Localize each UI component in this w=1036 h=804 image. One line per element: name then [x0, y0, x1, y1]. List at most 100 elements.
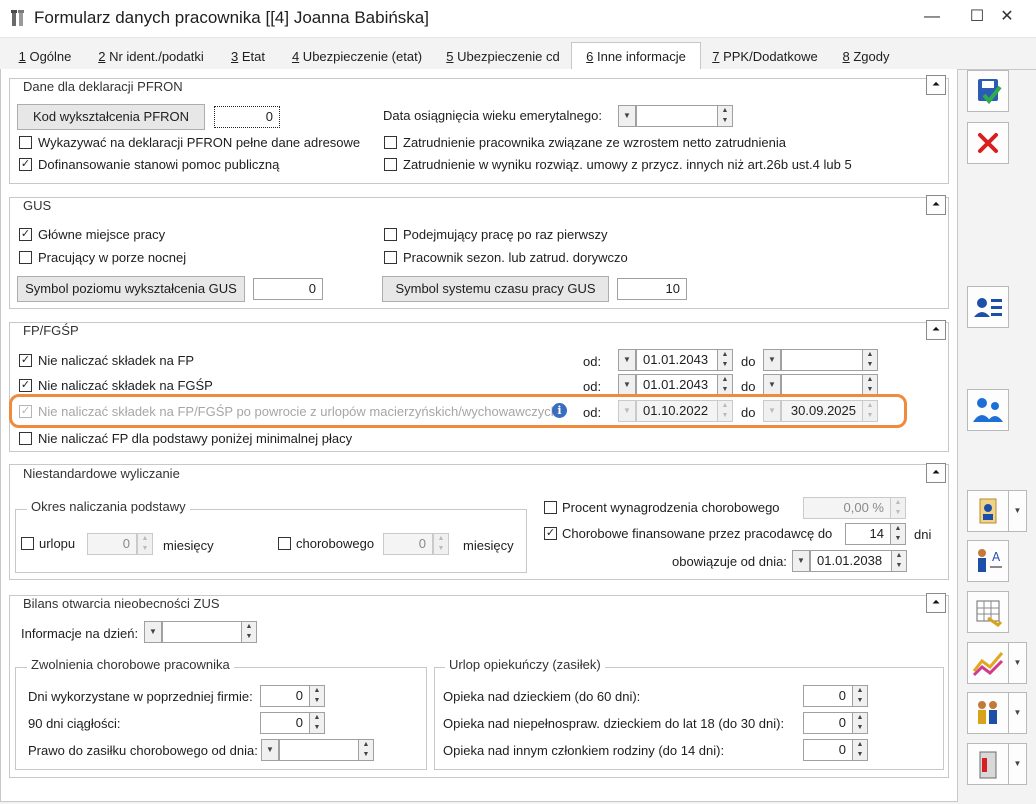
chor-fin-input[interactable]: 14 [845, 523, 891, 545]
dni-wyk-input[interactable]: 0 [260, 685, 310, 707]
fgsp-od-spinner[interactable]: ▲ ▼ [717, 374, 733, 396]
chart-button[interactable] [967, 642, 1009, 684]
opieka-1-spinner[interactable]: ▲ ▼ [852, 685, 868, 707]
kod-wyksztalcenia-pfron-button[interactable]: Kod wykształcenia PFRON [17, 104, 205, 130]
fgsp-do-dropdown[interactable]: ▼ [763, 374, 781, 396]
tab-ppk[interactable]: 7 PPK/Dodatkowe [709, 45, 821, 70]
fp-do-dropdown[interactable]: ▼ [763, 349, 781, 371]
opieka-3-spinner[interactable]: ▲ ▼ [852, 739, 868, 761]
gus-glowne-checkbox[interactable]: ✓ [19, 228, 32, 241]
pfron-collapse-button[interactable]: ⏶ [926, 75, 946, 95]
informacje-input[interactable] [162, 621, 242, 643]
chorobowego-input[interactable]: 0 [383, 533, 433, 555]
close-window-button[interactable]: ✕ [985, 4, 1029, 32]
tab-ubezpieczenie-etat[interactable]: 4 Ubezpieczenie (etat) [286, 45, 428, 70]
tab-inne-informacje[interactable]: 6 Inne informacje [571, 42, 701, 71]
fgsp-od-dropdown[interactable]: ▼ [618, 374, 636, 396]
pfron-wzrost-checkbox[interactable] [384, 136, 397, 149]
symbol-czasu-pracy-gus-button[interactable]: Symbol systemu czasu pracy GUS [382, 276, 609, 302]
fp-od-dropdown[interactable]: ▼ [618, 349, 636, 371]
gus-sezon-checkbox[interactable] [384, 251, 397, 264]
schedule-button[interactable] [967, 591, 1009, 633]
fgsp-od-input[interactable]: 01.01.2043 [636, 374, 718, 396]
opieka-2-input[interactable]: 0 [803, 712, 853, 734]
fp-checkbox[interactable]: ✓ [19, 354, 32, 367]
symbol-wyksztalcenia-gus-input[interactable]: 0 [253, 278, 323, 300]
procent-input[interactable]: 0,00 % [803, 497, 891, 519]
informacje-dropdown[interactable]: ▼ [144, 621, 162, 643]
window-title: Formularz danych pracownika [[4] Joanna … [34, 8, 429, 27]
fp-od-label: od: [583, 354, 602, 369]
prawo-spinner[interactable]: ▲ ▼ [358, 739, 374, 761]
family-button[interactable] [967, 389, 1009, 431]
fp-do-spinner[interactable]: ▲ ▼ [862, 349, 878, 371]
obowiazuje-dropdown[interactable]: ▼ [792, 550, 810, 572]
urlopu-spinner[interactable]: ▲ ▼ [137, 533, 153, 555]
save-button[interactable] [967, 70, 1009, 112]
urlopu-checkbox[interactable] [21, 537, 34, 550]
opieka-2-spinner[interactable]: ▲ ▼ [852, 712, 868, 734]
fp-minimalna-checkbox[interactable] [19, 432, 32, 445]
opieka-3-input[interactable]: 0 [803, 739, 853, 761]
prawo-dropdown[interactable]: ▼ [261, 739, 279, 761]
tab-nr-ident[interactable]: 2 Nr ident./podatki [92, 45, 210, 70]
fgsp-checkbox[interactable]: ✓ [19, 379, 32, 392]
opieka-1-input[interactable]: 0 [803, 685, 853, 707]
obowiazuje-spinner[interactable]: ▲ ▼ [891, 550, 907, 572]
tab-etat[interactable]: 3 Etat [224, 45, 272, 70]
pfron-rozwiaz-label: Zatrudnienie w wyniku rozwiąz. umowy z p… [403, 157, 852, 172]
pfron-title: Dane dla deklaracji PFRON [19, 79, 187, 94]
dni-wyk-spinner[interactable]: ▲ ▼ [309, 685, 325, 707]
pfron-rozwiaz-checkbox[interactable] [384, 158, 397, 171]
fp-od-spinner[interactable]: ▲ ▼ [717, 349, 733, 371]
people-list-dropdown-arrow[interactable]: ▼ [1009, 692, 1027, 734]
gus-nocna-checkbox[interactable] [19, 251, 32, 264]
exit-dropdown-arrow[interactable]: ▼ [1009, 743, 1027, 785]
chor-fin-spinner[interactable]: ▲ ▼ [890, 523, 906, 545]
symbol-wyksztalcenia-gus-button[interactable]: Symbol poziomu wykształcenia GUS [17, 276, 245, 302]
chorobowego-checkbox[interactable] [278, 537, 291, 550]
education-button[interactable]: A [967, 540, 1009, 582]
dni-90-label: 90 dni ciągłości: [28, 716, 121, 731]
data-emerytalna-input[interactable] [636, 105, 718, 127]
chorobowego-spinner[interactable]: ▲ ▼ [433, 533, 449, 555]
pfron-adresowe-checkbox[interactable] [19, 136, 32, 149]
tab-zgody[interactable]: 8 Zgody [836, 45, 896, 70]
minimize-button[interactable]: — [910, 4, 954, 32]
fgsp-label: Nie naliczać składek na FGŚP [38, 378, 213, 393]
fgsp-do-input[interactable] [781, 374, 863, 396]
dni-90-input[interactable]: 0 [260, 712, 310, 734]
bilans-collapse-button[interactable]: ⏶ [926, 593, 946, 613]
fp-collapse-button[interactable]: ⏶ [926, 320, 946, 340]
exit-button[interactable] [967, 743, 1009, 785]
procent-spinner[interactable]: ▲ ▼ [890, 497, 906, 519]
fgsp-do-spinner[interactable]: ▲ ▼ [862, 374, 878, 396]
informacje-spinner[interactable]: ▲ ▼ [241, 621, 257, 643]
employee-card-button[interactable] [967, 286, 1009, 328]
person-card-icon [979, 498, 997, 524]
obowiazuje-input[interactable]: 01.01.2038 [810, 550, 892, 572]
photo-button[interactable] [967, 490, 1009, 532]
photo-dropdown-arrow[interactable]: ▼ [1009, 490, 1027, 532]
people-list-button[interactable] [967, 692, 1009, 734]
urlopu-input[interactable]: 0 [87, 533, 137, 555]
data-emerytalna-dropdown[interactable]: ▼ [618, 105, 636, 127]
procent-checkbox[interactable] [544, 501, 557, 514]
dni-90-spinner[interactable]: ▲ ▼ [309, 712, 325, 734]
pfron-pomoc-label: Dofinansowanie stanowi pomoc publiczną [38, 157, 280, 172]
tab-ogolne[interactable]: 1 Ogólne [14, 45, 76, 70]
fp-od-input[interactable]: 01.01.2043 [636, 349, 718, 371]
gus-collapse-button[interactable]: ⏶ [926, 195, 946, 215]
chor-fin-checkbox[interactable]: ✓ [544, 527, 557, 540]
symbol-czasu-pracy-gus-input[interactable]: 10 [617, 278, 687, 300]
fp-do-input[interactable] [781, 349, 863, 371]
prawo-input[interactable] [279, 739, 359, 761]
pfron-pomoc-checkbox[interactable]: ✓ [19, 158, 32, 171]
gus-pierwszy-checkbox[interactable] [384, 228, 397, 241]
kod-wyksztalcenia-pfron-input[interactable]: 0 [214, 106, 280, 128]
niestd-collapse-button[interactable]: ⏶ [926, 463, 946, 483]
tab-ubezpieczenie-cd[interactable]: 5 Ubezpieczenie cd [442, 45, 564, 70]
data-emerytalna-spinner[interactable]: ▲ ▼ [717, 105, 733, 127]
cancel-button[interactable] [967, 122, 1009, 164]
chart-dropdown-arrow[interactable]: ▼ [1009, 642, 1027, 684]
